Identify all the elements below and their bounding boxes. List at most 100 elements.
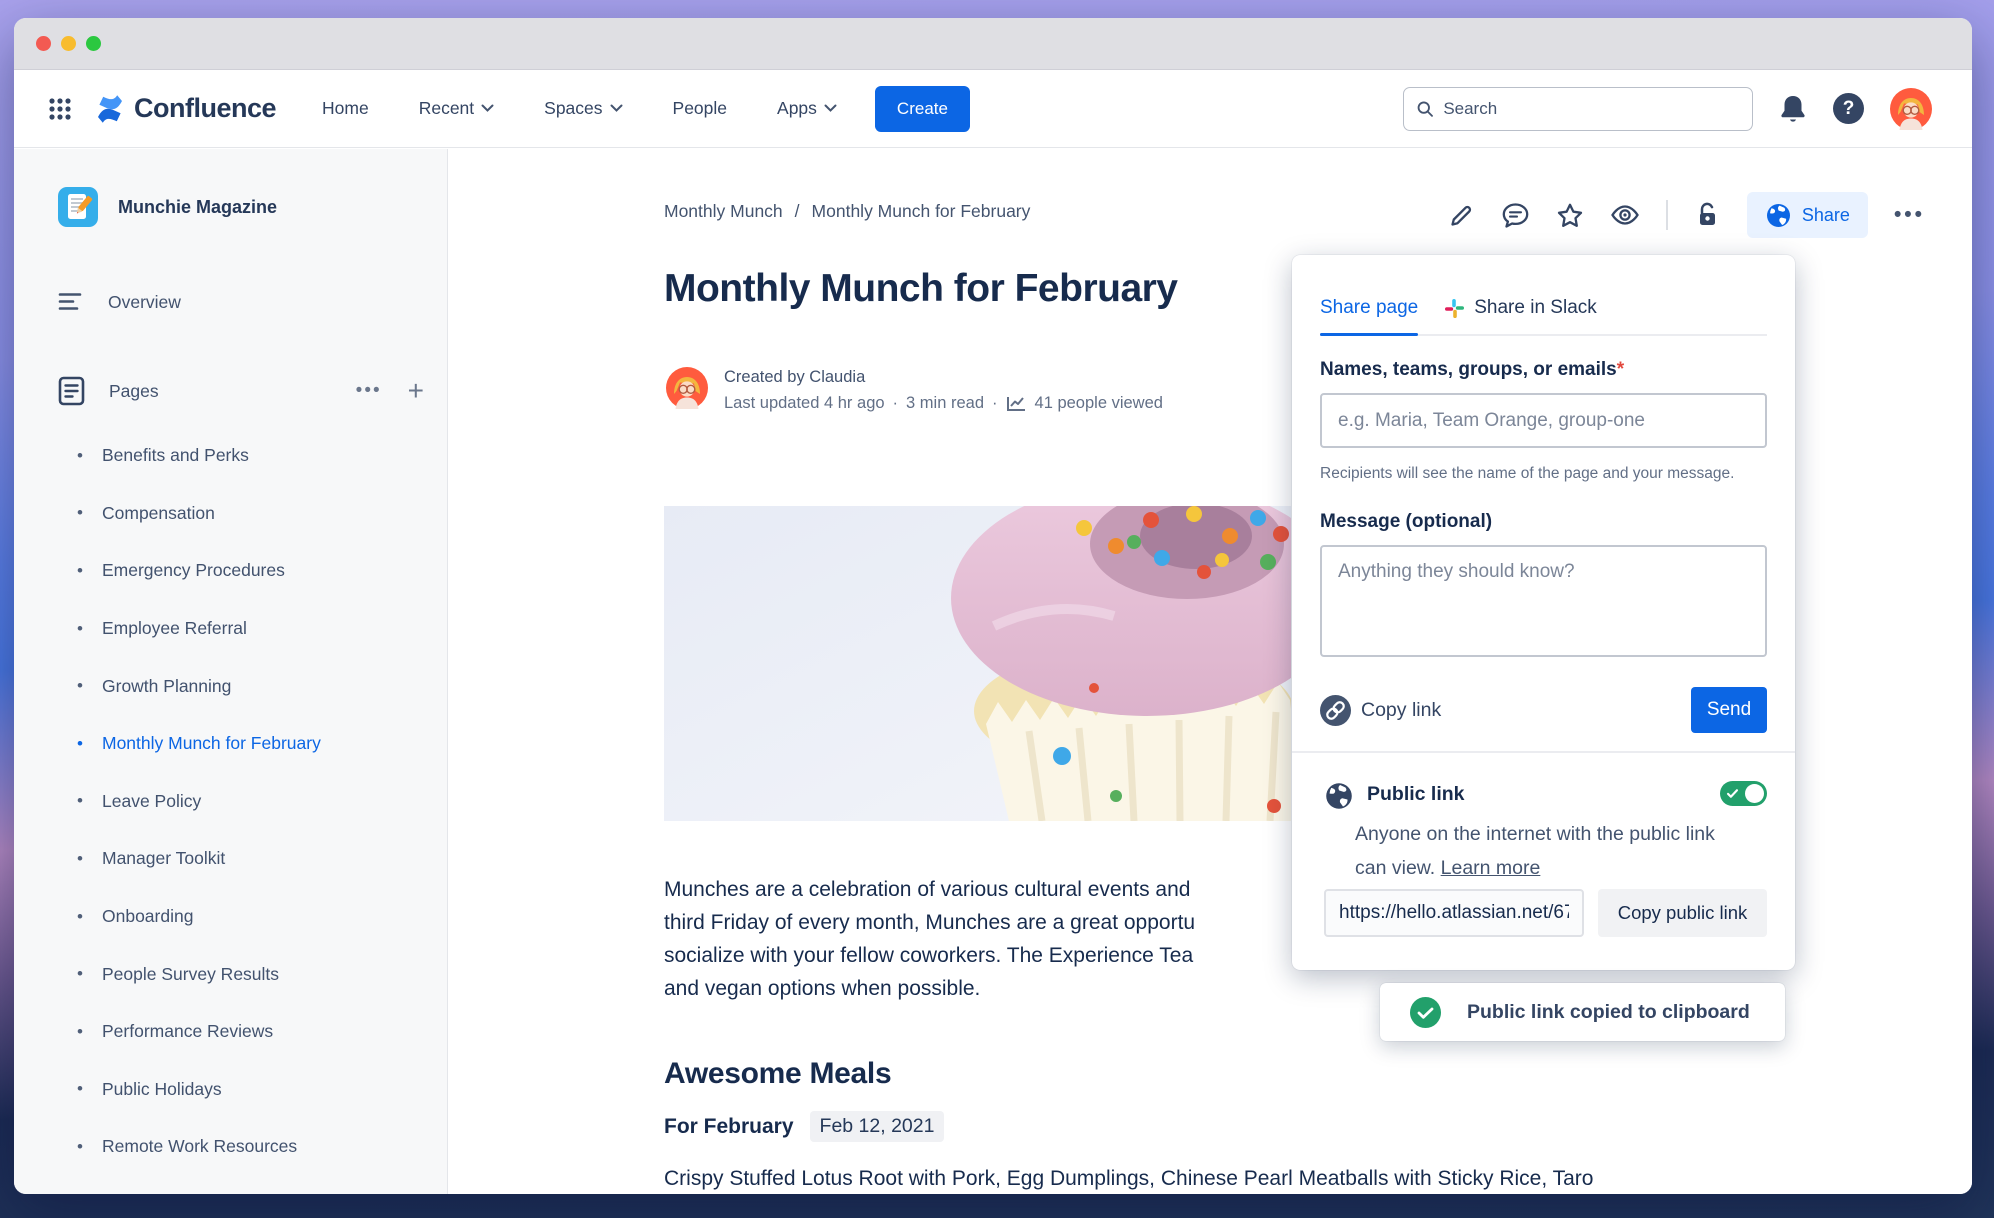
app-switcher-icon[interactable] xyxy=(48,97,72,121)
share-dialog-tabs: Share page Share in Slack xyxy=(1320,297,1767,319)
views-icon xyxy=(1006,397,1025,411)
cupcake-hero-image xyxy=(664,506,1291,821)
comments-icon[interactable] xyxy=(1501,202,1530,229)
public-link-description: Anyone on the internet with the public l… xyxy=(1355,823,1715,879)
public-link-toggle[interactable] xyxy=(1720,781,1767,806)
confluence-logo[interactable]: Confluence xyxy=(94,93,277,125)
sidebar-page-item[interactable]: • Benefits and Perks xyxy=(14,427,447,485)
sidebar-page-item[interactable]: • Emergency Procedures xyxy=(14,542,447,600)
share-button[interactable]: Share xyxy=(1746,192,1868,238)
top-navbar: Confluence Home Recent Spaces People App… xyxy=(14,70,1972,148)
avatar[interactable] xyxy=(1890,87,1932,130)
confluence-logo-icon xyxy=(98,94,122,123)
pages-icon xyxy=(58,376,85,406)
sidebar-item-pages[interactable]: Pages ••• + xyxy=(58,375,424,407)
chevron-down-icon xyxy=(824,104,837,112)
pages-add-icon[interactable]: + xyxy=(408,375,424,407)
intro-paragraph: Munches are a celebration of various cul… xyxy=(664,878,1196,1000)
meals-paragraph: Crispy Stuffed Lotus Root with Pork, Egg… xyxy=(664,1167,1594,1190)
names-label: Names, teams, groups, or emails* xyxy=(1320,359,1625,380)
help-icon[interactable]: ? xyxy=(1833,93,1864,124)
date-chip: Feb 12, 2021 xyxy=(809,1111,945,1142)
toast-message: Public link copied to clipboard xyxy=(1467,1000,1750,1023)
public-link-url-input[interactable] xyxy=(1324,889,1584,937)
breadcrumb-current[interactable]: Monthly Munch for February xyxy=(812,201,1031,222)
star-icon[interactable] xyxy=(1556,202,1584,229)
window-titlebar xyxy=(14,18,1972,70)
toast-notification: Public link copied to clipboard xyxy=(1380,983,1785,1041)
sidebar-page-item[interactable]: • Growth Planning xyxy=(14,657,447,715)
space-name: Munchie Magazine xyxy=(118,196,278,217)
tab-share-in-slack[interactable]: Share in Slack xyxy=(1444,297,1597,319)
globe-icon xyxy=(1766,203,1790,227)
breadcrumb-separator: / xyxy=(794,201,800,221)
send-button[interactable]: Send xyxy=(1691,687,1767,733)
author-avatar[interactable] xyxy=(666,367,708,409)
product-name: Confluence xyxy=(134,93,277,123)
required-asterisk: * xyxy=(1616,359,1625,380)
nav-recent[interactable]: Recent xyxy=(419,98,494,119)
main-menu: Home Recent Spaces People Apps xyxy=(322,98,837,119)
sidebar-page-item[interactable]: • Leave Policy xyxy=(14,773,447,831)
page-toolbar: Share ••• xyxy=(1448,191,1925,239)
success-check-icon xyxy=(1410,996,1441,1028)
pages-more-icon[interactable]: ••• xyxy=(356,380,382,402)
copy-link-button[interactable]: Copy link xyxy=(1320,694,1442,726)
check-icon xyxy=(1726,789,1739,798)
learn-more-link[interactable]: Learn more xyxy=(1441,857,1541,879)
message-textarea[interactable] xyxy=(1320,545,1767,657)
breadcrumb: Monthly Munch / Monthly Munch for Februa… xyxy=(664,201,1030,222)
names-helper-text: Recipients will see the name of the page… xyxy=(1320,465,1735,482)
copy-public-link-button[interactable]: Copy public link xyxy=(1598,889,1767,937)
sidebar-page-item[interactable]: • People Survey Results xyxy=(14,945,447,1003)
notifications-icon[interactable] xyxy=(1779,94,1807,124)
nav-spaces[interactable]: Spaces xyxy=(544,98,623,119)
nav-people[interactable]: People xyxy=(673,98,728,119)
search-icon xyxy=(1417,100,1433,117)
share-button-label: Share xyxy=(1801,204,1850,225)
sidebar-page-item[interactable]: • Public Holidays xyxy=(14,1061,447,1119)
sidebar: Munchie Magazine Overview Pages ••• + • … xyxy=(14,149,448,1194)
more-actions-icon[interactable]: ••• xyxy=(1894,203,1925,227)
section-heading: Awesome Meals xyxy=(664,1057,892,1090)
byline-meta: Last updated 4 hr ago · 3 min read · 41 … xyxy=(724,394,1163,412)
byline: Created by Claudia Last updated 4 hr ago… xyxy=(666,367,1163,413)
nav-home[interactable]: Home xyxy=(322,98,369,119)
active-tab-underline xyxy=(1320,333,1418,336)
sidebar-page-item-active[interactable]: • Monthly Munch for February xyxy=(14,715,447,773)
minimize-window-button[interactable] xyxy=(61,36,76,51)
close-window-button[interactable] xyxy=(36,36,51,51)
chevron-down-icon xyxy=(481,104,494,112)
create-button[interactable]: Create xyxy=(874,85,970,132)
sidebar-item-overview[interactable]: Overview xyxy=(58,291,181,313)
nav-apps[interactable]: Apps xyxy=(777,98,837,119)
chevron-down-icon xyxy=(610,104,623,112)
subheading: For February xyxy=(664,1114,794,1138)
page-tree: • Benefits and Perks • Compensation • Emerg… xyxy=(14,427,447,1194)
byline-author: Created by Claudia xyxy=(724,368,866,386)
sidebar-page-item[interactable]: • Performance Reviews xyxy=(14,1003,447,1061)
edit-icon[interactable] xyxy=(1448,202,1475,229)
zoom-window-button[interactable] xyxy=(86,36,101,51)
space-header[interactable]: Munchie Magazine xyxy=(58,187,277,227)
copy-link-label: Copy link xyxy=(1361,698,1442,721)
sidebar-page-item[interactable]: • Manager Toolkit xyxy=(14,830,447,888)
sidebar-page-item[interactable]: • Onboarding xyxy=(14,888,447,946)
watch-icon[interactable] xyxy=(1610,203,1640,227)
sidebar-page-item[interactable]: •Work From Home Policy xyxy=(14,1176,447,1194)
sidebar-page-item[interactable]: • Remote Work Resources xyxy=(14,1118,447,1176)
search-input[interactable] xyxy=(1443,98,1740,119)
breadcrumb-parent[interactable]: Monthly Munch xyxy=(664,201,783,222)
page-title: Monthly Munch for February xyxy=(664,267,1178,310)
navbar-right: ? xyxy=(1779,87,1932,130)
sidebar-page-item[interactable]: • Employee Referral xyxy=(14,600,447,658)
app-window: Confluence Home Recent Spaces People App… xyxy=(14,18,1972,1194)
globe-icon xyxy=(1326,783,1352,809)
search-box[interactable] xyxy=(1403,86,1753,131)
tab-share-page[interactable]: Share page xyxy=(1320,297,1418,319)
dialog-section-divider xyxy=(1292,751,1795,753)
names-input[interactable] xyxy=(1320,393,1767,448)
sidebar-page-item[interactable]: • Compensation xyxy=(14,485,447,543)
unlock-icon[interactable] xyxy=(1694,201,1721,229)
message-label: Message (optional) xyxy=(1320,511,1493,532)
